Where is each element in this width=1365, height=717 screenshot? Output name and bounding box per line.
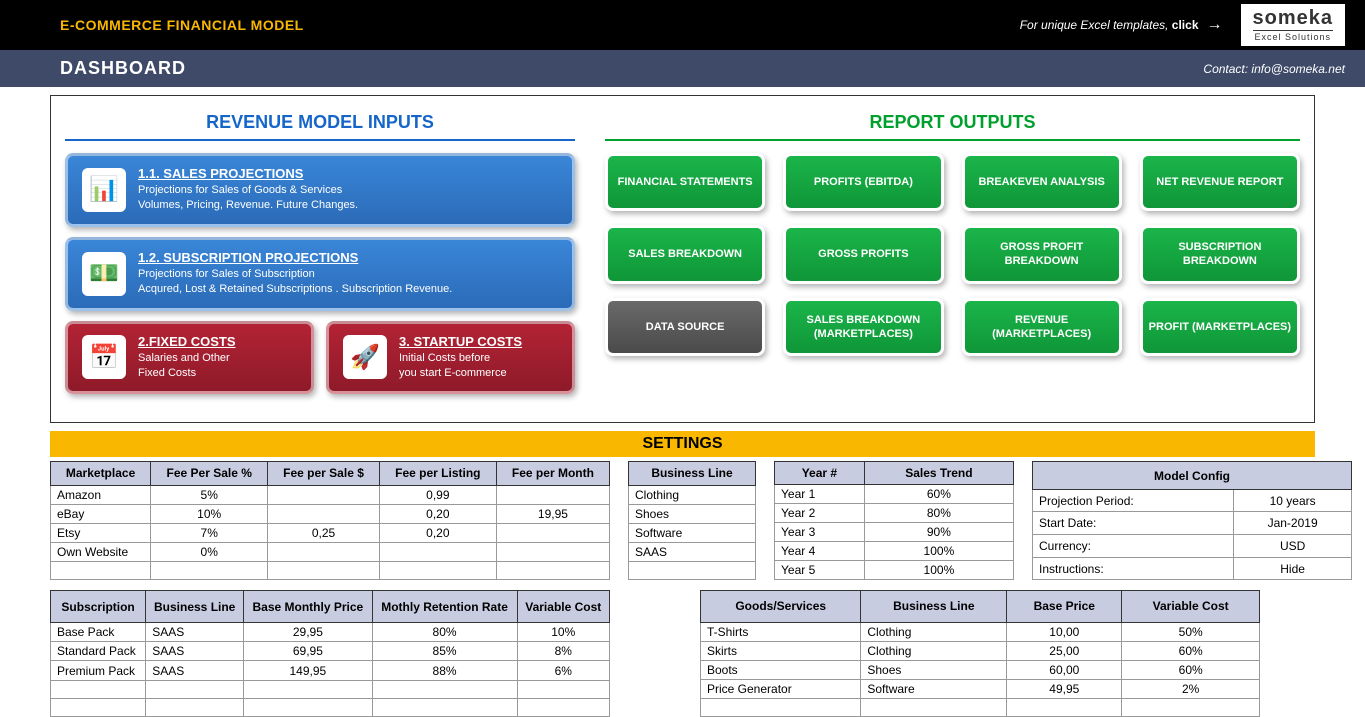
table-row: Year 5100%	[775, 561, 1014, 580]
table-row: Etsy7%0,250,20	[51, 523, 610, 542]
btn-financial-statements[interactable]: FINANCIAL STATEMENTS	[605, 153, 765, 211]
revenue-heading: REVENUE MODEL INPUTS	[65, 108, 575, 141]
settings-heading: SETTINGS	[50, 431, 1315, 457]
rocket-icon: 🚀	[343, 335, 387, 379]
card-subscription-projections[interactable]: 💵 1.2. SUBSCRIPTION PROJECTIONS Projecti…	[65, 237, 575, 311]
table-subscription[interactable]: Subscription Business Line Base Monthly …	[50, 590, 610, 716]
btn-gross-profits[interactable]: GROSS PROFITS	[783, 225, 943, 284]
table-marketplace[interactable]: Marketplace Fee Per Sale % Fee per Sale …	[50, 461, 610, 580]
header-blue: DASHBOARD Contact: info@someka.net	[0, 50, 1365, 87]
btn-revenue-mp[interactable]: REVENUE (MARKETPLACES)	[962, 298, 1122, 357]
btn-sales-breakdown[interactable]: SALES BREAKDOWN	[605, 225, 765, 284]
table-row: SAAS	[629, 543, 756, 562]
page-title: DASHBOARD	[60, 58, 186, 79]
reports-heading: REPORT OUTPUTS	[605, 108, 1300, 141]
table-row: Year 160%	[775, 485, 1014, 504]
btn-gross-profit-breakdown[interactable]: GROSS PROFIT BREAKDOWN	[962, 225, 1122, 284]
table-row: Own Website0%	[51, 543, 610, 562]
card-sales-projections[interactable]: 📊 1.1. SALES PROJECTIONS Projections for…	[65, 153, 575, 227]
btn-net-revenue[interactable]: NET REVENUE REPORT	[1140, 153, 1300, 211]
table-row: SkirtsClothing25,0060%	[701, 641, 1260, 660]
table-row: Instructions:Hide	[1033, 557, 1352, 580]
report-buttons: FINANCIAL STATEMENTS PROFITS (EBITDA) BR…	[605, 153, 1300, 356]
table-row: Start Date:Jan-2019	[1033, 512, 1352, 535]
btn-data-source[interactable]: DATA SOURCE	[605, 298, 765, 357]
table-row: Clothing	[629, 485, 756, 504]
table-row: Base PackSAAS29,9580%10%	[51, 623, 610, 642]
app-title: E-COMMERCE FINANCIAL MODEL	[60, 17, 304, 33]
table-row: Year 4100%	[775, 542, 1014, 561]
table-row: Year 280%	[775, 504, 1014, 523]
card-fixed-costs[interactable]: 📅 2.FIXED COSTS Salaries and Other Fixed…	[65, 321, 314, 395]
table-row: Currency:USD	[1033, 535, 1352, 558]
table-row: Premium PackSAAS149,9588%6%	[51, 661, 610, 680]
click-prompt[interactable]: For unique Excel templates, click	[1020, 18, 1199, 32]
logo[interactable]: someka Excel Solutions	[1241, 4, 1346, 46]
table-row: eBay10%0,2019,95	[51, 504, 610, 523]
btn-profit-mp[interactable]: PROFIT (MARKETPLACES)	[1140, 298, 1300, 357]
calculator-icon: 📊	[82, 168, 126, 212]
table-row: Shoes	[629, 504, 756, 523]
table-row: BootsShoes60,0060%	[701, 660, 1260, 679]
table-row: Price GeneratorSoftware49,952%	[701, 679, 1260, 698]
header-black: E-COMMERCE FINANCIAL MODEL For unique Ex…	[0, 0, 1365, 50]
table-model-config[interactable]: Model Config Projection Period:10 years …	[1032, 461, 1352, 580]
table-row: Year 390%	[775, 523, 1014, 542]
arrow-right-icon[interactable]: →	[1207, 16, 1223, 34]
table-goods[interactable]: Goods/Services Business Line Base Price …	[700, 590, 1260, 716]
card-startup-costs[interactable]: 🚀 3. STARTUP COSTS Initial Costs before …	[326, 321, 575, 395]
table-sales-trend[interactable]: Year #Sales Trend Year 160% Year 280% Ye…	[774, 461, 1014, 580]
table-row: Projection Period:10 years	[1033, 489, 1352, 512]
table-row: Software	[629, 523, 756, 542]
btn-sales-breakdown-mp[interactable]: SALES BREAKDOWN (MARKETPLACES)	[783, 298, 943, 357]
contact-info: Contact: info@someka.net	[1203, 62, 1345, 76]
btn-breakeven[interactable]: BREAKEVEN ANALYSIS	[962, 153, 1122, 211]
dashboard-area: REVENUE MODEL INPUTS 📊 1.1. SALES PROJEC…	[50, 95, 1315, 423]
table-row: Standard PackSAAS69,9585%8%	[51, 642, 610, 661]
table-business-line[interactable]: Business Line Clothing Shoes Software SA…	[628, 461, 756, 580]
btn-profits-ebitda[interactable]: PROFITS (EBITDA)	[783, 153, 943, 211]
calendar-icon: 📅	[82, 335, 126, 379]
table-row: T-ShirtsClothing10,0050%	[701, 622, 1260, 641]
btn-subscription-breakdown[interactable]: SUBSCRIPTION BREAKDOWN	[1140, 225, 1300, 284]
table-row: Amazon5%0,99	[51, 485, 610, 504]
money-icon: 💵	[82, 252, 126, 296]
